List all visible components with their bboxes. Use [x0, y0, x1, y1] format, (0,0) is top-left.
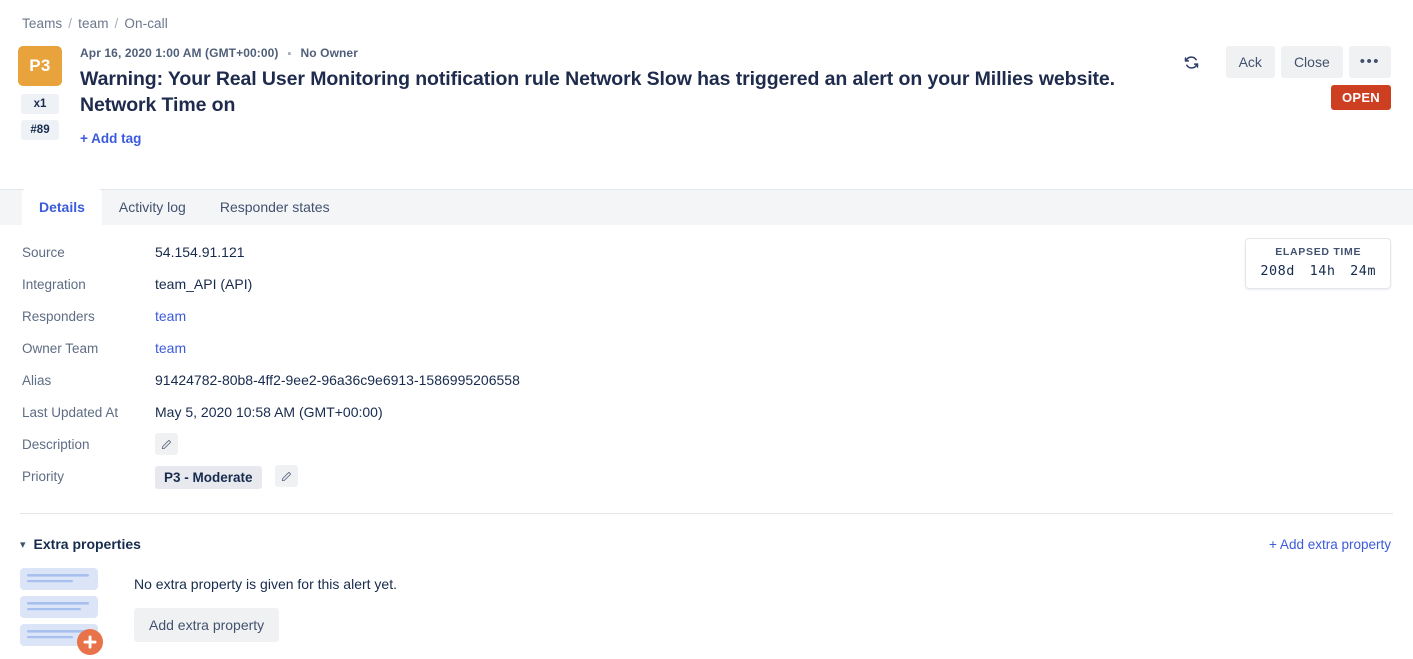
detail-label: Priority: [22, 468, 65, 484]
empty-state-illustration: [18, 566, 118, 656]
chevron-down-icon[interactable]: ▾: [20, 538, 26, 551]
alert-number-badge: #89: [21, 120, 59, 140]
edit-description-pencil-icon[interactable]: [155, 433, 178, 455]
detail-label: Alias: [22, 372, 52, 388]
alert-owner: No Owner: [300, 46, 358, 60]
detail-label: Description: [22, 436, 90, 452]
breadcrumb-item-team[interactable]: team: [78, 16, 108, 31]
detail-row-integration: Integration team_API (API): [0, 268, 1413, 300]
add-extra-property-link[interactable]: + Add extra property: [1269, 537, 1391, 552]
alert-header: P3 x1 #89 Apr 16, 2020 1:00 AM (GMT+00:0…: [0, 40, 1413, 170]
tab-activity-log[interactable]: Activity log: [102, 189, 203, 225]
detail-row-description: Description: [0, 428, 1413, 460]
elapsed-time-value: 208d 14h 24m: [1257, 263, 1379, 279]
section-divider: [20, 513, 1393, 514]
elapsed-days: 208d: [1260, 263, 1295, 279]
extra-properties-section: ▾ Extra properties + Add extra property: [0, 536, 1413, 656]
alert-detail-page: Teams / team / On-call P3 x1 #89 Apr 16, 202…: [0, 0, 1413, 659]
detail-row-last-updated: Last Updated At May 5, 2020 10:58 AM (GM…: [0, 396, 1413, 428]
detail-value-owner-team-link[interactable]: team: [155, 340, 186, 356]
detail-value-last-updated: May 5, 2020 10:58 AM (GMT+00:00): [155, 404, 383, 420]
alert-actions: Ack Close •••: [1178, 46, 1391, 78]
breadcrumb-item-on-call[interactable]: On-call: [124, 16, 167, 31]
detail-label: Integration: [22, 276, 86, 292]
add-tag-link[interactable]: + Add tag: [80, 131, 141, 146]
breadcrumb: Teams / team / On-call: [22, 16, 168, 31]
detail-value-responders-link[interactable]: team: [155, 308, 186, 324]
edit-priority-pencil-icon[interactable]: [275, 465, 299, 487]
detail-row-owner-team: Owner Team team: [0, 332, 1413, 364]
extra-properties-header: ▾ Extra properties + Add extra property: [0, 536, 1413, 552]
status-badge: OPEN: [1330, 85, 1391, 110]
alert-badge-column: P3 x1 #89: [18, 46, 62, 140]
detail-label: Responders: [22, 308, 95, 324]
elapsed-hours: 14h: [1309, 263, 1336, 279]
alert-meta-line: Apr 16, 2020 1:00 AM (GMT+00:00) ▪ No Owne…: [80, 46, 1170, 60]
tab-details[interactable]: Details: [22, 189, 102, 225]
tab-bar: Details Activity log Responder states: [0, 189, 1413, 225]
add-extra-property-button[interactable]: Add extra property: [134, 608, 280, 642]
detail-row-priority: Priority P3 - Moderate: [0, 460, 1413, 492]
alert-header-main: Apr 16, 2020 1:00 AM (GMT+00:00) ▪ No Owne…: [80, 46, 1170, 148]
breadcrumb-separator: /: [114, 16, 119, 31]
priority-badge: P3: [18, 46, 62, 86]
detail-row-source: Source 54.154.91.121: [0, 236, 1413, 268]
detail-value-integration: team_API (API): [155, 276, 253, 292]
breadcrumb-separator: /: [68, 16, 73, 31]
close-button[interactable]: Close: [1280, 46, 1343, 78]
extra-properties-body: No extra property is given for this aler…: [0, 566, 1413, 656]
empty-state-text: No extra property is given for this aler…: [134, 566, 397, 642]
breadcrumb-item-teams[interactable]: Teams: [22, 16, 62, 31]
detail-value-source: 54.154.91.121: [155, 244, 245, 260]
meta-separator-dot: ▪: [287, 48, 292, 60]
alert-created-at: Apr 16, 2020 1:00 AM (GMT+00:00): [80, 46, 279, 60]
priority-chip: P3 - Moderate: [155, 465, 262, 489]
refresh-icon[interactable]: [1178, 48, 1206, 76]
detail-label: Last Updated At: [22, 404, 119, 420]
detail-row-responders: Responders team: [0, 300, 1413, 332]
elapsed-time-card: ELAPSED TIME 208d 14h 24m: [1245, 238, 1391, 289]
empty-state-message: No extra property is given for this aler…: [134, 576, 397, 592]
tab-responder-states[interactable]: Responder states: [203, 189, 347, 225]
alert-count-badge: x1: [21, 94, 59, 114]
ack-button[interactable]: Ack: [1225, 46, 1275, 78]
detail-row-alias: Alias 91424782-80b8-4ff2-9ee2-96a36c9e69…: [0, 364, 1413, 396]
elapsed-minutes: 24m: [1350, 263, 1376, 279]
details-list: Source 54.154.91.121 Integration team_AP…: [0, 236, 1413, 492]
extra-properties-title: Extra properties: [33, 536, 141, 552]
page-title: Warning: Your Real User Monitoring notif…: [80, 68, 1115, 116]
detail-label: Source: [22, 244, 65, 260]
elapsed-time-title: ELAPSED TIME: [1275, 246, 1362, 258]
more-actions-button[interactable]: •••: [1348, 46, 1391, 78]
detail-label: Owner Team: [22, 340, 99, 356]
detail-value-alias: 91424782-80b8-4ff2-9ee2-96a36c9e6913-158…: [155, 372, 520, 388]
